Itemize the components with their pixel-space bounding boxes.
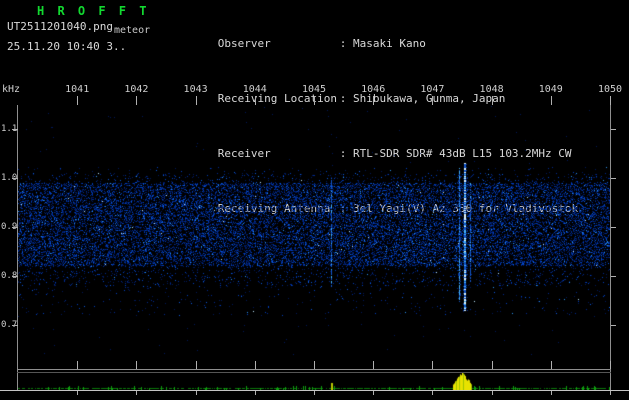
x-tick-mark-top <box>314 96 315 105</box>
x-tick-mark-top <box>432 96 433 105</box>
hrofft-window: H R O F F T UT2511201040.png meteor 25.1… <box>0 0 629 400</box>
x-tick-mark-bottom <box>373 361 374 369</box>
x-tick-label: 1041 <box>65 84 90 95</box>
y-tick-mark-right <box>611 276 616 277</box>
plot-right-border <box>610 105 611 390</box>
x-tick-mark-top <box>373 96 374 105</box>
x-tick-mark-under <box>196 391 197 395</box>
x-tick-mark-bottom <box>77 361 78 369</box>
x-tick-mark-under <box>255 391 256 395</box>
plot-left-border <box>17 105 18 390</box>
y-tick-mark-left <box>12 276 18 277</box>
x-tick-mark-under <box>136 391 137 395</box>
y-tick-mark-right <box>611 325 616 326</box>
datetime-text: 25.11.20 10:40 3.. <box>7 40 127 53</box>
x-tick-mark-bottom <box>196 361 197 369</box>
x-tick-label: 1045 <box>301 84 327 95</box>
x-tick-mark-top <box>492 96 493 105</box>
x-tick-label: 1048 <box>479 84 504 95</box>
info-label: Observer <box>217 37 271 50</box>
spectrogram-canvas <box>18 105 610 368</box>
x-tick-mark-bottom <box>432 361 433 369</box>
y-tick-mark-right <box>611 178 616 179</box>
output-filename: UT2511201040.png <box>7 20 113 33</box>
level-meter-canvas <box>18 373 610 390</box>
x-tick-mark-under <box>610 391 611 395</box>
plot-bottom-border <box>17 369 611 370</box>
x-tick-label: 1043 <box>183 84 208 95</box>
y-tick-mark-left <box>12 129 18 130</box>
x-tick-mark-bottom <box>314 361 315 369</box>
x-tick-mark-under <box>373 391 374 395</box>
y-tick-mark-right <box>611 129 616 130</box>
x-tick-mark-top <box>255 96 256 105</box>
x-tick-mark-bottom <box>492 361 493 369</box>
x-tick-mark-under <box>77 391 78 395</box>
x-tick-mark-top <box>610 96 611 105</box>
x-tick-mark-bottom <box>551 361 552 369</box>
x-tick-label: 1044 <box>242 84 267 95</box>
x-tick-mark-under <box>432 391 433 395</box>
x-tick-mark-top <box>136 96 137 105</box>
info-value: : Masaki Kano <box>339 37 426 50</box>
x-tick-mark-bottom <box>255 361 256 369</box>
y-tick-mark-left <box>12 227 18 228</box>
mode-label: meteor <box>114 25 151 36</box>
x-tick-mark-under <box>314 391 315 395</box>
y-tick-mark-right <box>611 227 616 228</box>
x-tick-label: 1050 <box>597 84 623 95</box>
app-title: H R O F F T <box>37 4 150 18</box>
x-tick-mark-top <box>551 96 552 105</box>
x-tick-mark-under <box>492 391 493 395</box>
x-tick-label: 1042 <box>124 84 149 95</box>
meter-top-border <box>17 372 611 373</box>
x-tick-mark-under <box>551 391 552 395</box>
x-tick-label: 1049 <box>538 84 563 95</box>
y-tick-mark-left <box>12 178 18 179</box>
y-axis-unit-label: kHz <box>2 84 21 95</box>
info-row-observer: Observer : Masaki Kano <box>178 27 578 60</box>
x-tick-mark-bottom <box>136 361 137 369</box>
x-tick-mark-top <box>77 96 78 105</box>
x-tick-label: 1046 <box>361 84 386 95</box>
x-tick-label: 1047 <box>420 84 445 95</box>
y-tick-mark-left <box>12 325 18 326</box>
x-tick-mark-bottom <box>610 361 611 369</box>
x-tick-mark-top <box>196 96 197 105</box>
